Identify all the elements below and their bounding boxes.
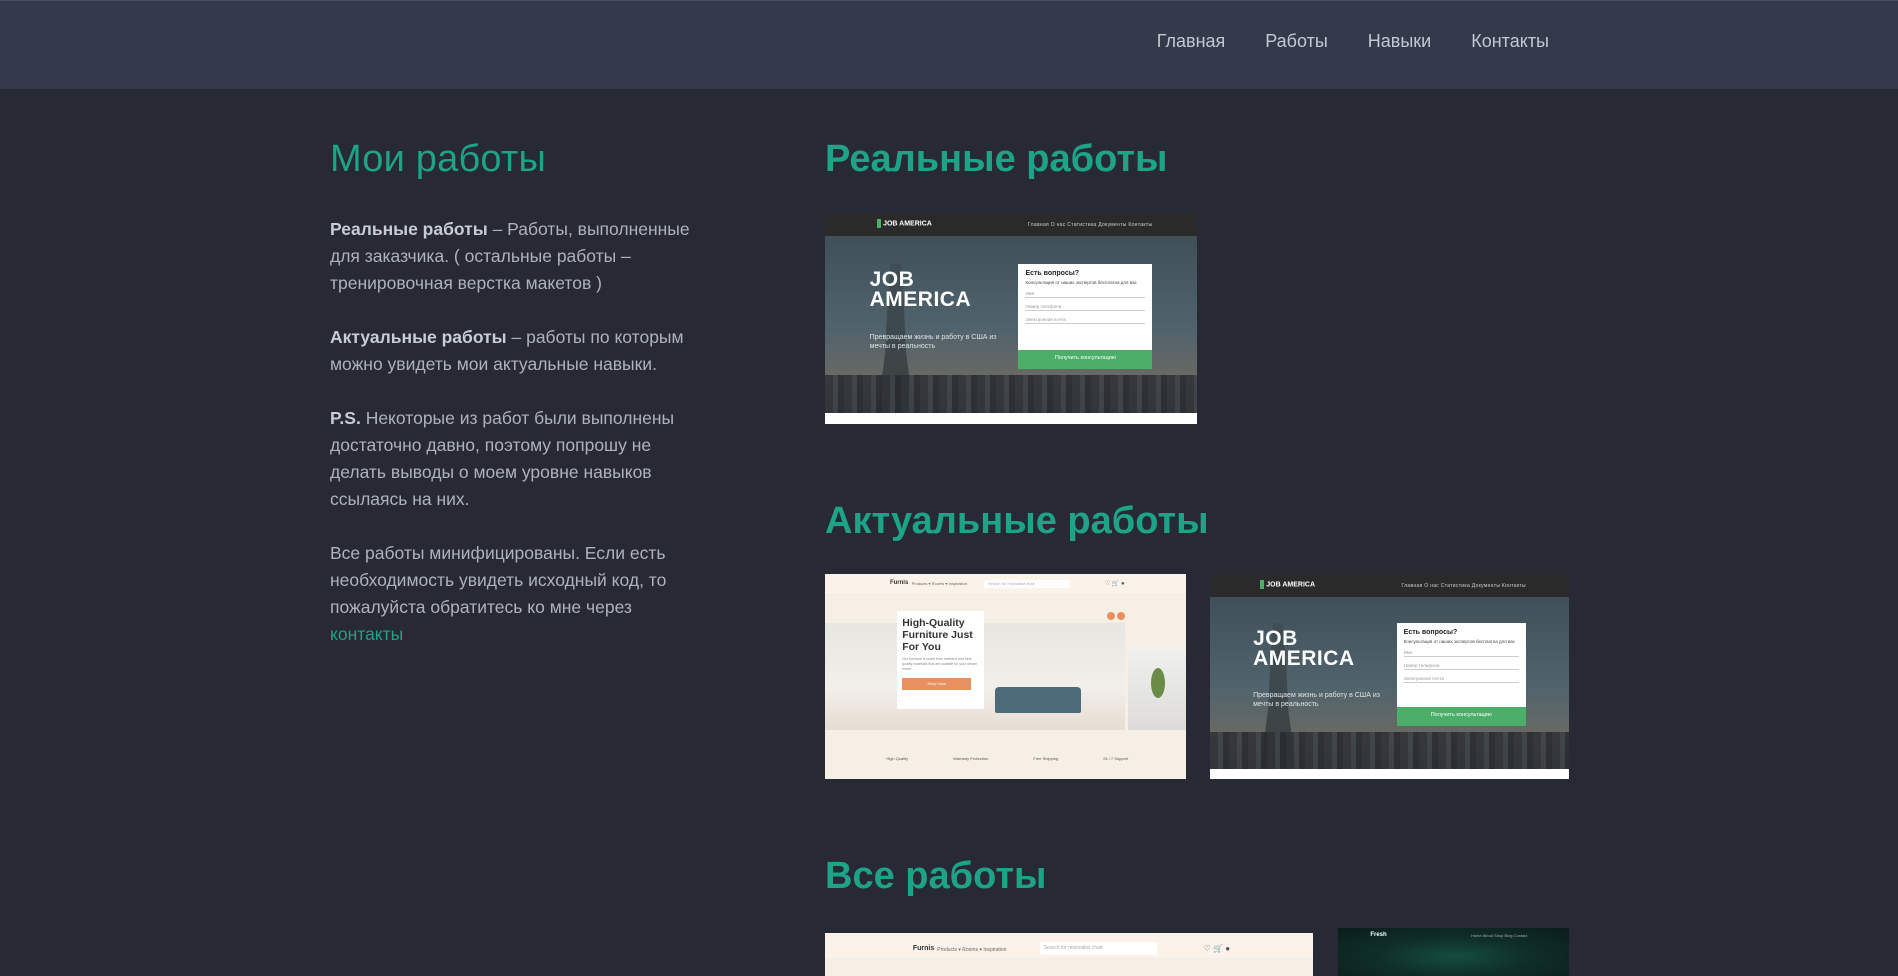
thumb-menu: Главная О нас Статистика Документы Конта… [1401,583,1526,590]
thumb-contact-form: Есть вопросы? Консультация от наших эксп… [1018,263,1153,370]
plant-image [1128,647,1186,730]
nav-link-works[interactable]: Работы [1265,31,1328,52]
page-title: Мои работы [330,138,547,180]
ps-text: Некоторые из работ были выполнены достат… [330,408,675,509]
thumb-menu: Главная О нас Статистика Документы Конта… [1027,222,1153,229]
thumb-hero-title: JOB AMERICA [1253,627,1355,671]
real-works-note: Реальные работы – Работы, выполненные дл… [330,216,710,297]
thumb-search: Search for minimalist chair [983,580,1071,589]
site-header: Главная Работы Навыки Контакты [0,0,1898,89]
nav-link-skills[interactable]: Навыки [1368,31,1431,52]
minified-text: Все работы минифицированы. Если есть нео… [330,543,667,617]
nav-link-home[interactable]: Главная [1157,31,1226,52]
ps-note: P.S. Некоторые из работ были выполнены д… [330,405,710,513]
thumb-menu: Products ▾ Rooms ▾ Inspiration [937,947,1007,954]
thumb-hero-title: JOB AMERICA [869,267,972,311]
thumb-brand: Furnis [889,580,909,587]
city-skyline-image [1210,731,1569,769]
work-thumbnail-job-america-real[interactable]: JOB AMERICA Главная О нас Статистика Док… [825,213,1197,424]
thumb-logo: JOB AMERICA [877,219,932,229]
actual-works-label: Актуальные работы [330,327,507,347]
thumb-menu: Home About Shop Blog Contact [1470,933,1528,938]
slider-arrows [1106,607,1127,625]
ps-label: P.S. [330,408,361,428]
work-thumbnail-job-america-actual[interactable]: JOB AMERICA Главная О нас Статистика Док… [1210,574,1569,779]
thumb-icons: ♡ 🛒 ● [1203,943,1231,953]
section-title-real: Реальные работы [825,138,1168,180]
main-nav: Главная Работы Навыки Контакты [1157,31,1549,52]
real-works-label: Реальные работы [330,219,488,239]
work-thumbnail-green-site[interactable]: Fresh Home About Shop Blog Contact [1338,928,1569,976]
thumb-hero-subtitle: Превращаем жизнь и работу в США из мечты… [869,334,997,351]
thumb-logo: JOB AMERICA [1260,580,1315,590]
sofa-image [994,686,1082,714]
thumb-menu: Products ▾ Rooms ▾ Inspiration [911,581,967,587]
minified-note: Все работы минифицированы. Если есть нео… [330,540,710,648]
section-title-all: Все работы [825,855,1047,897]
city-skyline-image [825,375,1197,414]
thumb-brand: Fresh [1370,932,1387,938]
thumb-search: Search for minimalist chair [1039,942,1157,956]
work-thumbnail-furniture-all[interactable]: Furnis Products ▾ Rooms ▾ Inspiration Se… [825,933,1313,976]
thumb-features: High Quality Warranty Protection Free Sh… [886,756,1129,762]
contacts-link[interactable]: контакты [330,624,403,644]
work-thumbnail-furniture[interactable]: Furnis Products ▾ Rooms ▾ Inspiration Se… [825,574,1186,779]
works-description: Мои работы Реальные работы – Работы, вып… [330,138,710,675]
thumb-hero-card: High-Quality Furniture Just For You Our … [897,610,984,710]
thumb-brand: Furnis [912,945,935,953]
thumb-hero-subtitle: Превращаем жизнь и работу в США из мечты… [1253,691,1380,708]
thumb-icons: ♡ 🛒 ● [1104,581,1125,588]
section-title-actual: Актуальные работы [825,500,1209,542]
thumb-contact-form: Есть вопросы? Консультация от наших эксп… [1396,623,1526,726]
actual-works-note: Актуальные работы – работы по которым мо… [330,324,710,378]
nav-link-contacts[interactable]: Контакты [1471,31,1549,52]
